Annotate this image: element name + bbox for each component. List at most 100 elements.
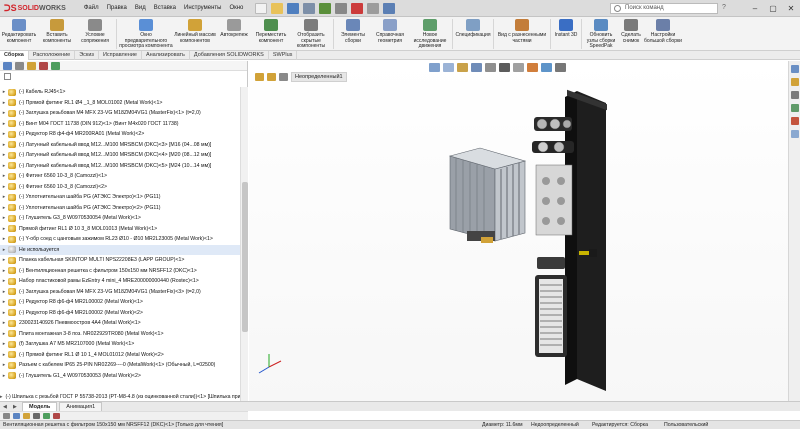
- select-icon[interactable]: [3, 413, 10, 419]
- expand-arrow-icon[interactable]: ▸: [0, 110, 8, 116]
- ribbon-button-10[interactable]: Новое исследование движения: [410, 17, 450, 50]
- ribbon-button-2[interactable]: Условие сопряжения: [76, 17, 114, 44]
- expand-arrow-icon[interactable]: ▸: [0, 289, 8, 295]
- expand-arrow-icon[interactable]: ▸: [0, 226, 8, 232]
- expand-arrow-icon[interactable]: ▸: [0, 152, 8, 158]
- maximize-icon[interactable]: ▢: [764, 0, 782, 17]
- mounting-plate[interactable]: [577, 91, 606, 391]
- undo-icon[interactable]: [319, 2, 332, 14]
- tree-item[interactable]: ▸ (-) Заглушка резьбовая M4 MFX 23-VG M18…: [0, 108, 240, 119]
- custom-properties-icon[interactable]: [791, 130, 799, 138]
- file-explorer-icon[interactable]: [791, 91, 799, 99]
- tree-item[interactable]: ▸ Планка кабельная SKINTOP MULTI NPS22208…: [0, 255, 240, 266]
- tree-item[interactable]: ▸ (f) Заглушка A7 M5 MR2107000 (Metal Wor…: [0, 339, 240, 350]
- close-icon[interactable]: ✕: [782, 0, 800, 17]
- options-gear-icon[interactable]: [383, 2, 396, 14]
- print-icon[interactable]: [303, 2, 316, 14]
- cable-plug[interactable]: [589, 249, 597, 257]
- feature-tree-tab-icon[interactable]: [3, 61, 12, 70]
- dimxpert-tab-icon[interactable]: [39, 61, 48, 70]
- expand-arrow-icon[interactable]: ▸: [0, 184, 8, 190]
- ribbon-button-11[interactable]: Спецификация: [455, 17, 491, 39]
- search-input[interactable]: Поиск команд: [610, 3, 718, 14]
- expand-arrow-icon[interactable]: ▸: [0, 142, 8, 148]
- tree-item[interactable]: ▸ (-) Уплотнительная шайба PG (АТЭКС Элек…: [0, 203, 240, 214]
- tab-swplus[interactable]: SWPlus: [269, 50, 298, 60]
- expand-arrow-icon[interactable]: ▸: [0, 247, 8, 253]
- tree-item[interactable]: ▸ Разъем с кабелем IP65 25-PIN NR02269---…: [0, 360, 240, 371]
- rebuild-icon[interactable]: [351, 2, 364, 14]
- tree-item[interactable]: ▸ (-) Редуктор R8 ф6-ф4 MR2L00002 (Metal …: [0, 308, 240, 319]
- expand-arrow-icon[interactable]: ▸: [0, 89, 8, 95]
- measure-icon[interactable]: [53, 413, 60, 419]
- save-icon[interactable]: [287, 2, 300, 14]
- last-tab-icon[interactable]: ▶: [13, 404, 19, 410]
- expand-arrow-icon[interactable]: ▸: [0, 100, 8, 106]
- ribbon-button-3[interactable]: Окно предварительного просмотра компонен…: [119, 17, 173, 50]
- new-document-icon[interactable]: [255, 2, 268, 14]
- ribbon-button-6[interactable]: Переместить компонент: [251, 17, 291, 44]
- design-library-icon[interactable]: [791, 78, 799, 86]
- tree-item[interactable]: ▸ (-) Фитинг 6560 10-3_8 (Camozzi)<1>: [0, 171, 240, 182]
- expand-arrow-icon[interactable]: ▸: [0, 121, 8, 127]
- fitting-brass[interactable]: [481, 237, 493, 243]
- tree-item[interactable]: ▸ (-) Уплотнительная шайба PG (АТЭКС Элек…: [0, 192, 240, 203]
- expand-arrow-icon[interactable]: ▸: [0, 320, 8, 326]
- tree-item[interactable]: ▸ (-) Фитинг 6560 10-3_8 (Camozzi)<2>: [0, 182, 240, 193]
- tree-item[interactable]: ▸ Плита монтажная 3-8 поз. NR022929TR080 …: [0, 329, 240, 340]
- display-manager-tab-icon[interactable]: [51, 61, 60, 70]
- ribbon-button-4[interactable]: Линейный массив компонентов: [173, 17, 217, 44]
- expand-arrow-icon[interactable]: ▸: [0, 257, 8, 263]
- view-palette-icon[interactable]: [791, 104, 799, 112]
- expand-arrow-icon[interactable]: ▸: [0, 194, 8, 200]
- tab-evaluate[interactable]: Анализировать: [142, 50, 190, 60]
- tab-addins[interactable]: Добавления SOLIDWORKS: [190, 50, 269, 60]
- expand-arrow-icon[interactable]: ▸: [0, 236, 8, 242]
- tree-item[interactable]: ▸ (-) Глушитель G1_4 W0970530053 (Metal W…: [0, 371, 240, 382]
- ribbon-button-1[interactable]: Вставить компоненты: [38, 17, 76, 44]
- tree-item[interactable]: ▸ (-) Прямой фитинг RL1 Ø 10 1_4 MOL01012…: [0, 350, 240, 361]
- tree-item[interactable]: ▸ (-) Редуктор R8 ф6-ф4 MR2L00002 (Metal …: [0, 297, 240, 308]
- ribbon-button-5[interactable]: Автокрепеж: [217, 17, 251, 39]
- ribbon-button-7[interactable]: Отобразить скрытые компоненты: [291, 17, 331, 50]
- tab-markup[interactable]: Исправление: [99, 50, 142, 60]
- expand-arrow-icon[interactable]: ▸: [0, 299, 8, 305]
- vent-filter-grille[interactable]: [535, 275, 567, 357]
- expand-arrow-icon[interactable]: ▸: [0, 394, 3, 400]
- tree-item[interactable]: ▸ (-) Латунный кабельный ввод M12...M100 …: [0, 140, 240, 151]
- select-arrow-icon[interactable]: [335, 2, 348, 14]
- move-icon[interactable]: [43, 413, 50, 419]
- expand-arrow-icon[interactable]: ▸: [0, 341, 8, 347]
- menu-edit[interactable]: Правка: [103, 5, 131, 11]
- ribbon-button-9[interactable]: Справочная геометрия: [370, 17, 410, 44]
- tree-item[interactable]: ▸ (-) Шпилька с резьбой ГОСТ Р 55738-2013…: [0, 392, 240, 402]
- ribbon-button-13[interactable]: Instant 3D: [553, 17, 579, 39]
- ribbon-button-12[interactable]: Вид с разнесенными частями: [496, 17, 548, 44]
- status-units[interactable]: Пользовательский: [664, 421, 708, 429]
- tree-item[interactable]: ▸ (-) Редуктор R8 ф4-ф4 MR200RA01 (Metal …: [0, 129, 240, 140]
- configuration-manager-tab-icon[interactable]: [27, 61, 36, 70]
- ribbon-button-8[interactable]: Элементы сборки: [336, 17, 370, 44]
- feature-tree-scrollbar[interactable]: [240, 87, 248, 401]
- tab-sketch[interactable]: Эскиз: [75, 50, 99, 60]
- filter-icon[interactable]: [4, 72, 11, 80]
- expand-arrow-icon[interactable]: ▸: [0, 173, 8, 179]
- menu-insert[interactable]: Вставка: [150, 5, 180, 11]
- tree-item[interactable]: ▸ (-) Прямой фитинг RL1 Ø4 _1_8 MOL01002 …: [0, 98, 240, 109]
- expand-arrow-icon[interactable]: ▸: [0, 163, 8, 169]
- cable-entry-frame[interactable]: [537, 257, 565, 269]
- expand-arrow-icon[interactable]: ▸: [0, 131, 8, 137]
- status-editing[interactable]: Редактируется: Сборка: [592, 421, 648, 429]
- expand-arrow-icon[interactable]: ▸: [0, 278, 8, 284]
- tab-model[interactable]: Модель: [22, 402, 58, 411]
- expand-arrow-icon[interactable]: ▸: [0, 310, 8, 316]
- menu-tools[interactable]: Инструменты: [180, 5, 225, 11]
- tab-layout[interactable]: Расположение: [29, 50, 76, 60]
- tab-assembly[interactable]: Сборка: [0, 50, 29, 60]
- assembly-3d-model[interactable]: [249, 61, 800, 401]
- tree-item[interactable]: ▸ (-) Заглушка резьбовая M4 MFX 23-VG M18…: [0, 287, 240, 298]
- property-manager-tab-icon[interactable]: [15, 61, 24, 70]
- tree-item[interactable]: ▸ (-) Вентиляционная решетка с фильтром 1…: [0, 266, 240, 277]
- tree-item[interactable]: ▸ Набор пластиковой рамы EzEntry 4 mini_4…: [0, 276, 240, 287]
- expand-arrow-icon[interactable]: ▸: [0, 268, 8, 274]
